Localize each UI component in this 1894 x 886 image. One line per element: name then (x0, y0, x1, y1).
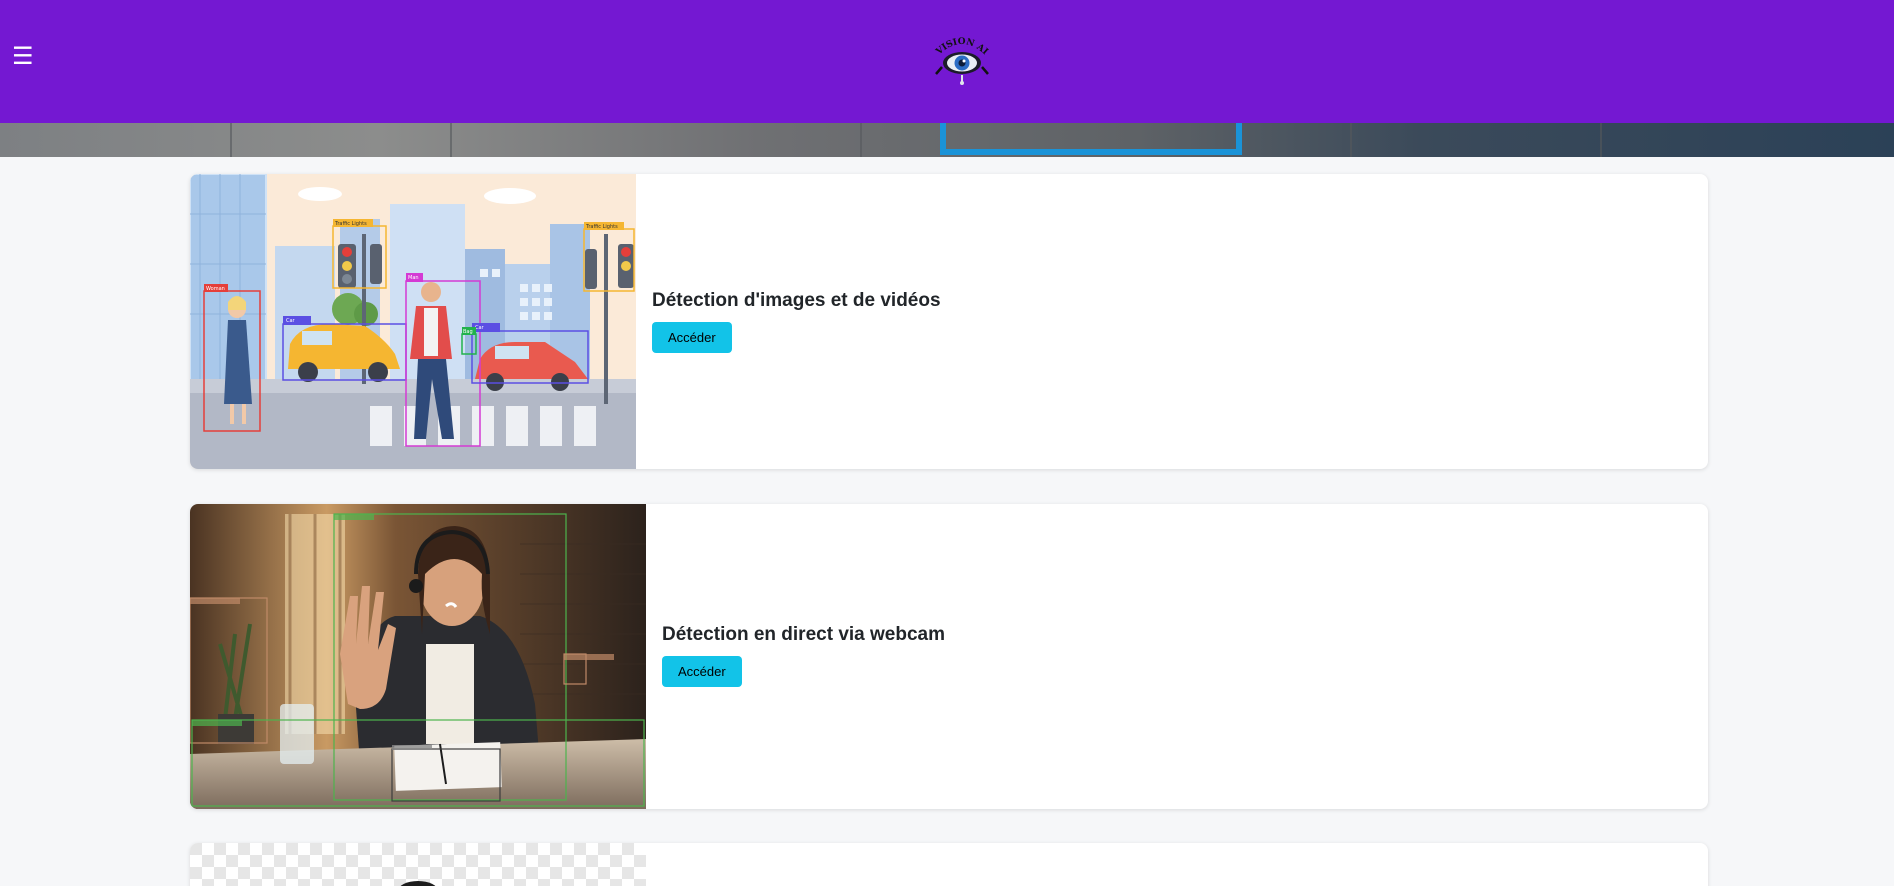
street-detection-illustration: Traffic Lights Traffic Lights Woman Car … (190, 174, 636, 469)
access-button[interactable]: Accéder (662, 656, 742, 687)
label-woman: Woman (206, 286, 225, 292)
label-car-2: Car (475, 325, 485, 331)
label-car-1: Car (286, 318, 296, 324)
card-body: Détection d'images et de vidéos Accéder (652, 290, 941, 353)
label-man: Man (408, 275, 419, 281)
label-bag: Bag (463, 329, 473, 335)
card-title: Détection en direct via webcam (662, 624, 945, 645)
checkerboard-thumbnail (190, 843, 646, 886)
label-traffic-lights-2: Traffic Lights (585, 224, 618, 230)
label-traffic-lights-1: Traffic Lights (334, 221, 367, 227)
card-body: Détection en direct via webcam Accéder (662, 624, 945, 687)
access-button[interactable]: Accéder (652, 322, 732, 353)
hamburger-menu-icon[interactable]: ☰ (12, 45, 34, 69)
feature-card-webcam: Détection en direct via webcam Accéder (190, 504, 1708, 809)
top-navbar: ☰ VISION AI (0, 0, 1894, 123)
feature-card-third (190, 843, 1708, 886)
card-title: Détection d'images et de vidéos (652, 290, 941, 311)
feature-card-image-video: Traffic Lights Traffic Lights Woman Car … (190, 174, 1708, 469)
hero-image-strip (0, 123, 1894, 157)
webcam-detection-photo (190, 504, 646, 809)
vision-ai-logo[interactable]: VISION AI (932, 30, 992, 86)
